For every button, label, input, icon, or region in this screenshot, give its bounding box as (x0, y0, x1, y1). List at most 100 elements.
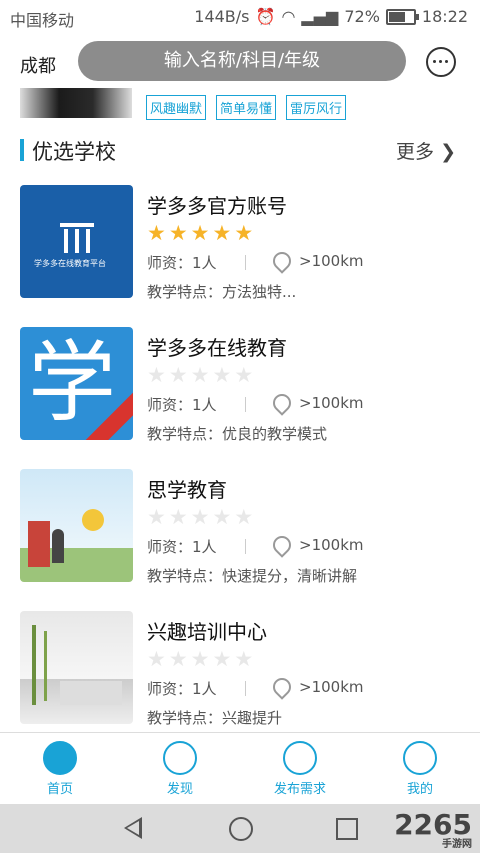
section-accent (20, 139, 24, 161)
tab-label: 我的 (406, 782, 433, 797)
bamboo-shape (32, 625, 36, 705)
location-pin-icon (269, 674, 295, 700)
location-pin-icon (269, 248, 295, 274)
logo-caption: 学多多在线教育平台 (34, 259, 106, 268)
section-header: 优选学校 更多 ❯ (20, 136, 460, 164)
rating-stars: ★ ★ ★ ★ ★ (147, 222, 467, 244)
divider (245, 681, 246, 696)
school-name: 学多多在线教育 (147, 336, 287, 360)
location-pin-icon (269, 532, 295, 558)
carrier: 中国移动 (10, 11, 75, 30)
star-icon: ★ (147, 505, 166, 529)
school-logo: 学 (20, 327, 133, 440)
star-icon: ★ (190, 363, 210, 387)
teacher-count: 师资：1人 (147, 680, 217, 698)
city-selector[interactable]: 成都 (20, 52, 56, 78)
home-nav-icon[interactable] (229, 817, 253, 841)
star-icon: ★ (212, 647, 232, 671)
tab-mine[interactable]: 我的 (370, 741, 470, 797)
distance: >100km (299, 252, 364, 270)
teacher-count: 师资：1人 (147, 254, 217, 272)
more-link[interactable]: 更多 ❯ (396, 137, 456, 164)
distance: >100km (299, 394, 364, 412)
school-name: 学多多官方账号 (147, 194, 287, 218)
star-icon: ★ (147, 647, 166, 671)
battery-icon (385, 8, 419, 25)
school-logo (20, 611, 133, 724)
bottom-tab-bar: 首页 发现 发布需求 我的 (0, 732, 480, 805)
star-icon: ★ (190, 221, 210, 245)
distance: >100km (299, 678, 364, 696)
star-icon: ★ (234, 221, 254, 245)
teacher-photo[interactable] (20, 88, 132, 118)
rating-stars: ★ ★ ★ ★ ★ (147, 506, 467, 528)
user-icon (403, 741, 437, 775)
send-icon (283, 741, 317, 775)
recent-apps-icon[interactable] (336, 818, 358, 840)
school-logo (20, 469, 133, 582)
battery-percent: 72% (344, 7, 380, 26)
star-icon: ★ (168, 647, 188, 671)
tab-home[interactable]: 首页 (10, 741, 110, 797)
divider (245, 255, 246, 270)
logo-character: 学 (28, 331, 117, 434)
discover-icon (163, 741, 197, 775)
search-input[interactable]: 输入名称/科目/年级 (78, 41, 406, 81)
alarm-icon: ⏰ (255, 7, 276, 26)
star-icon: ★ (168, 505, 188, 529)
sun-shape (82, 509, 104, 531)
distance: >100km (299, 536, 364, 554)
status-bar: 中国移动 144B/s ⏰ ◠ ▂▄▆ 72% 18:22 (0, 0, 480, 34)
tab-publish[interactable]: 发布需求 (250, 741, 350, 797)
star-icon: ★ (190, 505, 210, 529)
book-shape (28, 521, 50, 567)
school-item[interactable]: 思学教育 ★ ★ ★ ★ ★ 师资：1人 >100km 教学特点：快速提分，清晰讲解 (0, 469, 480, 599)
school-name: 兴趣培训中心 (147, 620, 267, 644)
star-icon: ★ (234, 505, 254, 529)
school-item[interactable]: 学多多在线教育平台 学多多官方账号 ★ ★ ★ ★ ★ 师资：1人 >100km 教学特… (0, 185, 480, 315)
star-icon: ★ (234, 363, 254, 387)
star-icon: ★ (234, 647, 254, 671)
rating-stars: ★ ★ ★ ★ ★ (147, 648, 467, 670)
message-icon[interactable] (426, 47, 456, 77)
home-icon (43, 741, 77, 775)
wifi-icon: ◠ (281, 7, 296, 26)
section-title: 优选学校 (32, 140, 116, 164)
tag: 雷厉风行 (286, 95, 347, 120)
school-name: 思学教育 (147, 478, 227, 502)
divider (245, 397, 246, 412)
network-speed: 144B/s (194, 7, 250, 26)
tab-discover[interactable]: 发现 (130, 741, 230, 797)
star-icon: ★ (212, 221, 232, 245)
teaching-feature: 教学特点：优良的教学模式 (147, 425, 328, 443)
location-pin-icon (269, 390, 295, 416)
star-icon: ★ (168, 221, 188, 245)
tag: 简单易懂 (216, 95, 277, 120)
star-icon: ★ (212, 505, 232, 529)
school-item[interactable]: 兴趣培训中心 ★ ★ ★ ★ ★ 师资：1人 >100km 教学特点：兴趣提升 (0, 611, 480, 741)
star-icon: ★ (212, 363, 232, 387)
back-icon[interactable] (124, 817, 142, 839)
reception-desk (60, 681, 122, 705)
teaching-feature: 教学特点：快速提分，清晰讲解 (147, 567, 358, 585)
teacher-count: 师资：1人 (147, 396, 217, 414)
tag: 风趣幽默 (146, 95, 207, 120)
divider (245, 539, 246, 554)
school-logo: 学多多在线教育平台 (20, 185, 133, 298)
school-item[interactable]: 学 学多多在线教育 ★ ★ ★ ★ ★ 师资：1人 >100km 教学特点：优良的教学模… (0, 327, 480, 457)
signal-icon: ▂▄▆ (301, 7, 339, 26)
watermark: 2265 手游网 (394, 808, 472, 850)
tab-label: 首页 (46, 782, 73, 797)
teaching-feature: 教学特点：兴趣提升 (147, 709, 283, 727)
star-icon: ★ (147, 221, 166, 245)
top-bar: 成都 输入名称/科目/年级 (0, 38, 480, 88)
tab-label: 发现 (166, 782, 193, 797)
star-icon: ★ (168, 363, 188, 387)
bamboo-shape (44, 631, 47, 701)
clock: 18:22 (421, 7, 468, 26)
teacher-count: 师资：1人 (147, 538, 217, 556)
star-icon: ★ (147, 363, 166, 387)
teaching-feature: 教学特点：方法独特... (147, 283, 297, 301)
star-icon: ★ (190, 647, 210, 671)
figure-shape (52, 529, 64, 563)
